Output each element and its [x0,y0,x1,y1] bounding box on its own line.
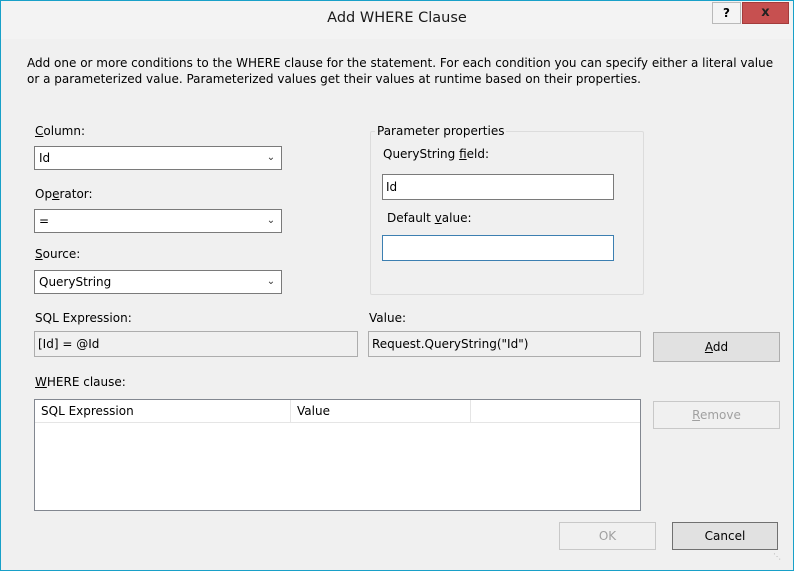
sql-expression-field: [Id] = @Id [34,331,358,357]
help-icon: ? [723,6,730,20]
ok-button[interactable]: OK [559,522,656,550]
column-header-value[interactable]: Value [291,400,471,422]
title-bar: Add WHERE Clause ? x [1,1,793,39]
source-select-value: QueryString [39,275,112,289]
where-clause-list-header: SQL Expression Value [35,400,640,423]
description-text: Add one or more conditions to the WHERE … [27,56,774,86]
close-icon: x [761,5,770,20]
add-where-clause-dialog: Add WHERE Clause ? x Add one or more con… [0,0,794,571]
querystring-field-input[interactable]: Id [382,174,614,200]
sql-expression-label: SQL Expression: [35,311,132,325]
operator-select[interactable]: = ⌄ [34,209,282,233]
default-value-input[interactable] [382,235,614,261]
column-label: Column: [35,124,86,138]
column-select-value: Id [39,151,51,165]
value-field: Request.QueryString("Id") [368,331,641,357]
column-header-sql-expression[interactable]: SQL Expression [35,400,291,422]
operator-label: Operator: [35,187,93,201]
querystring-field-label: QueryString field: [383,147,490,161]
column-select[interactable]: Id ⌄ [34,146,282,170]
remove-button[interactable]: Remove [653,401,780,429]
window-title: Add WHERE Clause [327,10,467,26]
chevron-down-icon: ⌄ [266,215,276,226]
source-select[interactable]: QueryString ⌄ [34,270,282,294]
value-label: Value: [369,311,406,325]
dialog-body: Add one or more conditions to the WHERE … [9,39,785,564]
add-button[interactable]: Add [653,332,780,362]
cancel-button[interactable]: Cancel [672,522,778,550]
help-button[interactable]: ? [712,2,741,24]
source-label: Source: [35,247,81,261]
where-clause-label: WHERE clause: [35,375,126,389]
chevron-down-icon: ⌄ [266,152,276,163]
where-clause-list[interactable]: SQL Expression Value [34,399,641,511]
parameter-properties-title: Parameter properties [375,124,507,138]
resize-grip-icon[interactable]: ⋱ [773,552,783,562]
default-value-label: Default value: [387,211,472,225]
close-button[interactable]: x [742,2,789,24]
chevron-down-icon: ⌄ [266,276,276,287]
operator-select-value: = [39,214,50,228]
